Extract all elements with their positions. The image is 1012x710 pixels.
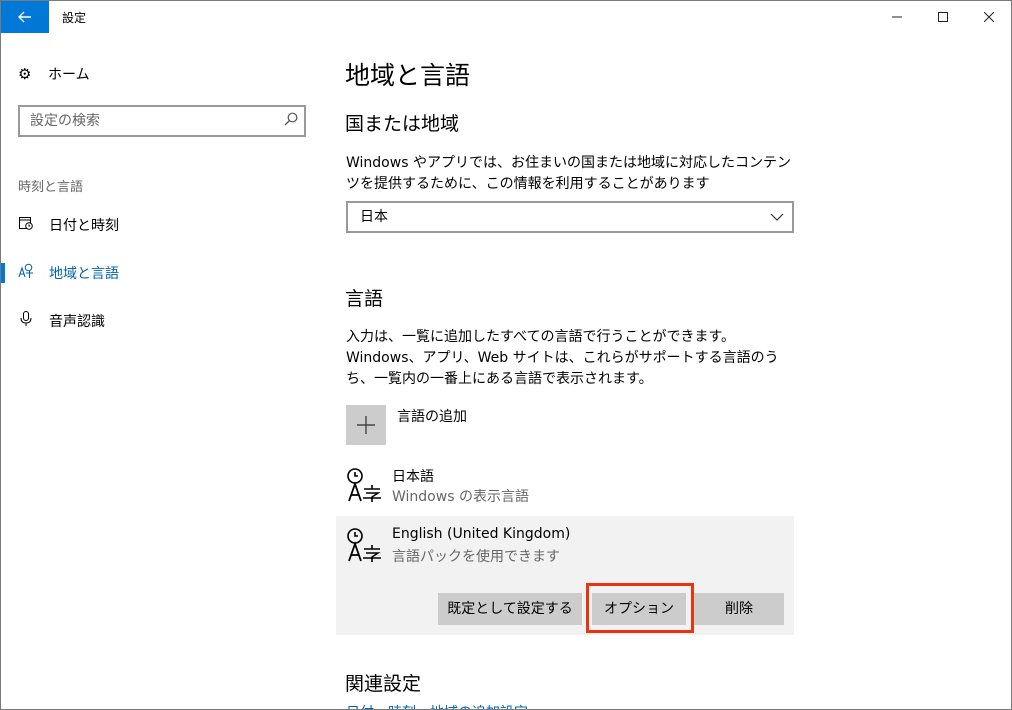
language-heading: 言語 <box>345 288 384 310</box>
calendar-clock-icon <box>18 216 34 234</box>
region-language-icon <box>18 263 34 283</box>
language-status: 言語パックを使用できます <box>392 549 560 565</box>
language-description: 入力は、一覧に追加したすべての言語で行うことができます。Windows、アプリ、… <box>346 329 779 387</box>
nav-home[interactable]: ⚙ ホーム <box>18 63 90 85</box>
language-item-japanese[interactable]: 日本語 Windows の表示言語 <box>336 463 794 511</box>
window-title: 設定 <box>62 11 87 25</box>
gear-icon: ⚙ <box>18 65 32 83</box>
related-settings-heading: 関連設定 <box>345 673 422 695</box>
microphone-icon <box>18 311 34 331</box>
language-name: 日本語 <box>392 469 434 485</box>
set-default-button[interactable]: 既定として設定する <box>438 593 582 625</box>
add-language-button[interactable]: 言語の追加 <box>346 405 467 445</box>
related-settings-link[interactable]: 日付、時刻、地域の追加設定 <box>346 702 528 709</box>
country-heading: 国または地域 <box>345 113 460 135</box>
nav-section-title: 時刻と言語 <box>18 180 84 195</box>
sidebar-item-speech[interactable]: 音声認識 <box>18 310 105 332</box>
language-name: English (United Kingdom) <box>392 526 571 542</box>
search-input[interactable] <box>20 107 270 135</box>
sidebar-item-label: 地域と言語 <box>49 266 119 282</box>
highlight-box <box>586 583 694 633</box>
language-icon <box>346 467 382 503</box>
minimize-icon <box>892 16 902 18</box>
sidebar-item-region-language[interactable]: 地域と言語 <box>18 262 119 284</box>
sidebar-item-label: 音声認識 <box>49 314 105 330</box>
maximize-icon <box>938 12 948 22</box>
active-indicator <box>1 263 5 283</box>
back-arrow-icon <box>18 11 31 23</box>
title-bar: 設定 <box>1 1 1011 33</box>
plus-icon <box>346 405 386 445</box>
back-button[interactable] <box>1 1 49 33</box>
country-select-value: 日本 <box>360 209 388 225</box>
country-select[interactable]: 日本 <box>346 201 794 233</box>
language-item-english-uk-content: English (United Kingdom) 言語パックを使用できます <box>336 523 794 571</box>
language-status: Windows の表示言語 <box>392 489 529 505</box>
search-box[interactable] <box>18 105 306 137</box>
sidebar-item-label: 日付と時刻 <box>49 218 119 234</box>
minimize-button[interactable] <box>874 1 920 33</box>
remove-button[interactable]: 削除 <box>694 593 784 625</box>
maximize-button[interactable] <box>920 1 966 33</box>
add-language-label: 言語の追加 <box>397 409 467 425</box>
nav-home-label: ホーム <box>48 67 90 83</box>
sidebar-item-date-time[interactable]: 日付と時刻 <box>18 214 119 236</box>
language-icon <box>346 527 382 563</box>
chevron-down-icon <box>770 204 784 232</box>
settings-window: 設定 ⚙ ホーム 時刻と言語 日付と時刻 地域と言語 <box>0 0 1012 710</box>
country-description: Windows やアプリでは、お住まいの国または地域に対応したコンテンツを提供す… <box>346 155 791 192</box>
close-icon <box>984 12 994 22</box>
page-title: 地域と言語 <box>345 61 471 90</box>
close-button[interactable] <box>966 1 1011 33</box>
search-icon[interactable] <box>284 112 298 130</box>
